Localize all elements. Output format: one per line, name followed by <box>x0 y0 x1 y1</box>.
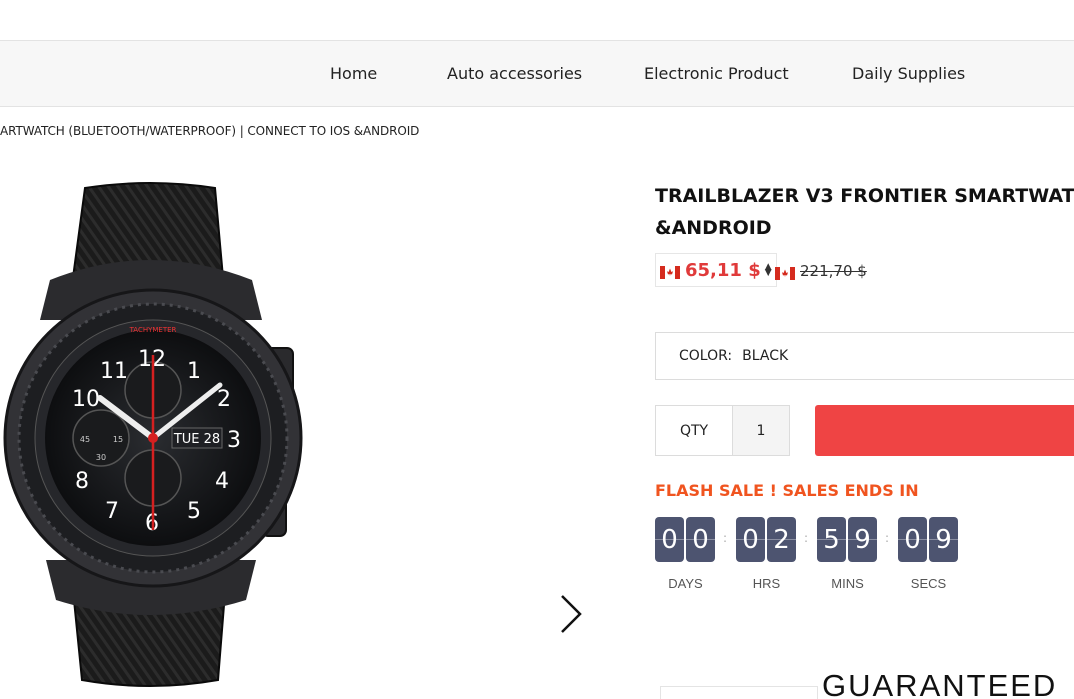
quantity-control: QTY <box>655 405 790 456</box>
countdown-digit: 9 <box>848 517 877 562</box>
subdial-number-30: 30 <box>96 453 106 462</box>
nav-home[interactable]: Home <box>330 64 377 83</box>
countdown-digit: 2 <box>767 517 796 562</box>
countdown-separator: : <box>885 531 890 545</box>
qty-input[interactable] <box>733 406 789 455</box>
countdown-label: SECS <box>910 576 947 591</box>
breadcrumb: ARTWATCH (BLUETOOTH/WATERPROOF) | CONNEC… <box>0 124 419 138</box>
subdial-number-45: 45 <box>80 435 90 444</box>
countdown-digit: 0 <box>686 517 715 562</box>
canada-flag-icon <box>775 265 795 280</box>
nav-electronic-product[interactable]: Electronic Product <box>644 64 789 83</box>
countdown-label: HRS <box>752 576 781 591</box>
countdown-seconds: 0 9 SECS <box>898 517 959 591</box>
top-strip <box>0 0 1074 40</box>
numeral-5: 5 <box>187 499 201 524</box>
qty-label: QTY <box>656 406 733 455</box>
product-image-smartwatch[interactable]: TACHYMETER 12 1 2 3 4 5 6 7 8 10 11 45 1… <box>0 160 320 699</box>
nav-daily-supplies[interactable]: Daily Supplies <box>852 64 965 83</box>
guarantee-box <box>660 686 818 699</box>
numeral-8: 8 <box>75 469 89 494</box>
bezel-tachymeter-text: TACHYMETER <box>129 326 177 334</box>
current-price-selector[interactable]: 65,11 $ ▲ ▼ <box>655 253 777 287</box>
numeral-1: 1 <box>187 359 201 384</box>
currency-sort-icon[interactable]: ▲ ▼ <box>765 263 772 278</box>
color-value: BLACK <box>742 348 789 364</box>
numeral-10: 10 <box>72 387 100 412</box>
countdown-label: DAYS <box>668 576 703 591</box>
breadcrumb-current: ARTWATCH (BLUETOOTH/WATERPROOF) | CONNEC… <box>0 124 420 138</box>
numeral-4: 4 <box>215 469 229 494</box>
date-window: TUE 28 <box>173 432 220 447</box>
numeral-11: 11 <box>100 359 128 384</box>
nav-auto-accessories[interactable]: Auto accessories <box>447 64 582 83</box>
countdown-label: MINS <box>831 576 864 591</box>
product-title-line2: &ANDROID <box>655 217 772 239</box>
guarantee-heading: GUARANTEED <box>822 668 1058 699</box>
numeral-3: 3 <box>227 428 241 453</box>
color-label: COLOR: <box>679 348 733 364</box>
product-title-line1: TRAILBLAZER V3 FRONTIER SMARTWATCH ( <box>655 185 1074 207</box>
countdown-digit: 0 <box>898 517 927 562</box>
gallery-next-arrow-icon[interactable] <box>556 592 586 636</box>
product-title: TRAILBLAZER V3 FRONTIER SMARTWATCH ( &AN… <box>655 180 1074 244</box>
countdown-digit: 0 <box>655 517 684 562</box>
countdown-days: 0 0 DAYS <box>655 517 716 591</box>
old-price-group: 221,70 $ <box>775 262 867 280</box>
numeral-7: 7 <box>105 499 119 524</box>
product-gallery: TACHYMETER 12 1 2 3 4 5 6 7 8 10 11 45 1… <box>0 160 620 699</box>
countdown-minutes: 5 9 MINS <box>817 517 878 591</box>
color-selector[interactable]: COLOR: BLACK <box>655 332 1074 380</box>
numeral-2: 2 <box>217 387 231 412</box>
countdown-separator: : <box>723 531 728 545</box>
countdown-digit: 5 <box>817 517 846 562</box>
old-price: 221,70 $ <box>800 262 867 280</box>
subdial-number-15: 15 <box>113 435 123 444</box>
add-to-cart-button[interactable] <box>815 405 1074 456</box>
countdown-digit: 9 <box>929 517 958 562</box>
current-price: 65,11 $ <box>685 259 761 281</box>
canada-flag-icon <box>660 264 680 279</box>
countdown-digit: 0 <box>736 517 765 562</box>
main-nav: Home Auto accessories Electronic Product… <box>0 40 1074 107</box>
flash-sale-title: FLASH SALE ! SALES ENDS IN <box>655 481 919 500</box>
countdown-hours: 0 2 HRS <box>736 517 797 591</box>
countdown-separator: : <box>804 531 809 545</box>
